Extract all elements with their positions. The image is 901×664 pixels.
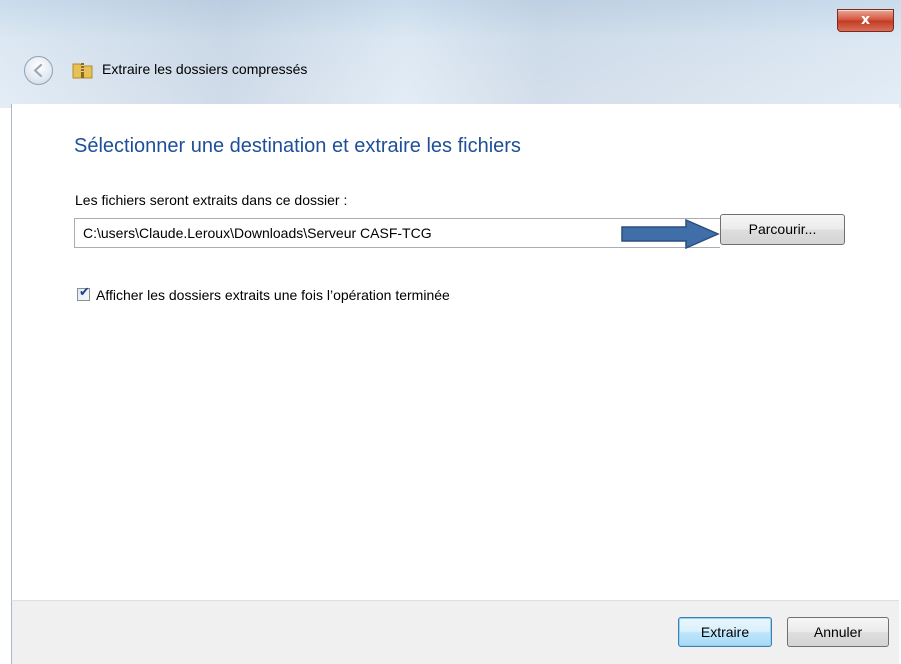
title-bar-glass bbox=[0, 0, 901, 108]
show-folders-checkbox[interactable]: ✔ bbox=[77, 285, 90, 301]
close-button[interactable]: x bbox=[837, 9, 894, 32]
extract-wizard-window: x Extraire les dossiers compressés Sélec… bbox=[0, 0, 901, 664]
back-button[interactable] bbox=[24, 56, 53, 85]
compressed-folder-icon bbox=[72, 59, 94, 81]
wizard-content bbox=[11, 104, 899, 600]
arrow-right-icon bbox=[621, 218, 720, 250]
show-folders-label[interactable]: Afficher les dossiers extraits une fois … bbox=[96, 287, 450, 303]
destination-label: Les fichiers seront extraits dans ce dos… bbox=[75, 192, 348, 208]
back-arrow-icon bbox=[33, 63, 43, 78]
cancel-button[interactable]: Annuler bbox=[787, 617, 889, 647]
page-heading: Sélectionner une destination et extraire… bbox=[74, 135, 521, 157]
window-title: Extraire les dossiers compressés bbox=[102, 61, 308, 77]
browse-button[interactable]: Parcourir... bbox=[720, 214, 845, 245]
extract-button[interactable]: Extraire bbox=[678, 617, 772, 647]
checkmark-icon: ✔ bbox=[79, 285, 90, 300]
